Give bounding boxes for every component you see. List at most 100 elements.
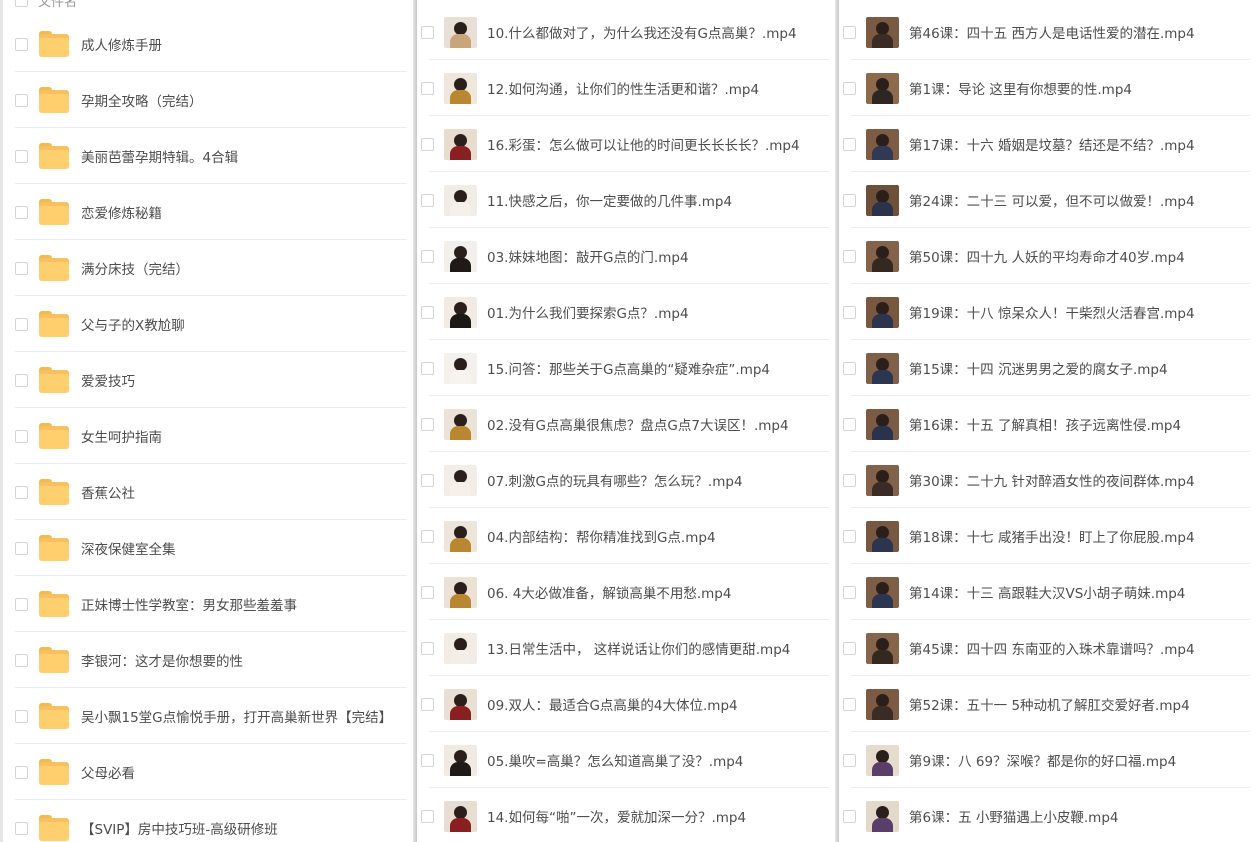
row-checkbox[interactable] <box>421 417 434 431</box>
folder-row[interactable]: 孕期全攻略（完结） <box>3 72 413 128</box>
row-checkbox[interactable] <box>421 305 434 319</box>
row-checkbox[interactable] <box>843 305 856 319</box>
row-checkbox[interactable] <box>15 541 28 555</box>
file-row[interactable]: 02.没有G点高巢很焦虑？盘点G点7大误区！.mp4 <box>417 396 835 452</box>
file-name[interactable]: 第24课：二十三 可以爱，但不可以做爱！.mp4 <box>909 190 1195 210</box>
folder-name[interactable]: 满分床技（完结） <box>81 258 189 278</box>
file-name[interactable]: 01.为什么我们要探索G点？.mp4 <box>487 302 689 322</box>
row-checkbox[interactable] <box>421 697 434 711</box>
file-row[interactable]: 第50课：四十九 人妖的平均寿命才40岁.mp4 <box>839 228 1256 284</box>
row-checkbox[interactable] <box>15 653 28 667</box>
file-name[interactable]: 03.妹妹地图：敲开G点的门.mp4 <box>487 246 689 266</box>
row-checkbox[interactable] <box>15 149 28 163</box>
file-row[interactable]: 11.快感之后，你一定要做的几件事.mp4 <box>417 172 835 228</box>
folder-row[interactable]: 深夜保健室全集 <box>3 520 413 576</box>
row-checkbox[interactable] <box>15 93 28 107</box>
row-checkbox[interactable] <box>15 37 28 51</box>
file-name[interactable]: 第19课：十八 惊呆众人！干柴烈火活春宫.mp4 <box>909 302 1195 322</box>
folder-row[interactable]: 正妹博士性学教室：男女那些羞羞事 <box>3 576 413 632</box>
folder-row[interactable]: 吴小飘15堂G点愉悦手册，打开高巢新世界【完结】 <box>3 688 413 744</box>
file-row[interactable]: 14.如何每“啪”一次，爱就加深一分？.mp4 <box>417 788 835 842</box>
file-row[interactable]: 第18课：十七 咸猪手出没！盯上了你屁股.mp4 <box>839 508 1256 564</box>
file-name[interactable]: 07.刺激G点的玩具有哪些？怎么玩？.mp4 <box>487 470 743 490</box>
file-row[interactable]: 第14课：十三 高跟鞋大汉VS小胡子萌妹.mp4 <box>839 564 1256 620</box>
row-checkbox[interactable] <box>843 25 856 39</box>
row-checkbox[interactable] <box>843 529 856 543</box>
folder-row[interactable]: 恋爱修炼秘籍 <box>3 184 413 240</box>
row-checkbox[interactable] <box>421 641 434 655</box>
file-name[interactable]: 第15课：十四 沉迷男男之爱的腐女子.mp4 <box>909 358 1168 378</box>
file-name[interactable]: 第17课：十六 婚姻是坟墓？结还是不结？.mp4 <box>909 134 1195 154</box>
file-row[interactable]: 第6课：五 小野猫遇上小皮鞭.mp4 <box>839 788 1256 842</box>
file-row[interactable]: 13.日常生活中， 这样说话让你们的感情更甜.mp4 <box>417 620 835 676</box>
file-name[interactable]: 02.没有G点高巢很焦虑？盘点G点7大误区！.mp4 <box>487 414 789 434</box>
row-checkbox[interactable] <box>15 205 28 219</box>
select-all-checkbox[interactable] <box>15 0 28 7</box>
file-row[interactable]: 10.什么都做对了，为什么我还没有G点高巢？.mp4 <box>417 4 835 60</box>
file-row[interactable]: 05.巢吹=高巢？怎么知道高巢了没？.mp4 <box>417 732 835 788</box>
file-row[interactable]: 03.妹妹地图：敲开G点的门.mp4 <box>417 228 835 284</box>
folder-row[interactable]: 香蕉公社 <box>3 464 413 520</box>
file-name[interactable]: 04.内部结构：帮你精准找到G点.mp4 <box>487 526 716 546</box>
row-checkbox[interactable] <box>843 249 856 263</box>
row-checkbox[interactable] <box>843 417 856 431</box>
folder-name[interactable]: 美丽芭蕾孕期特辑。4合辑 <box>81 146 238 166</box>
row-checkbox[interactable] <box>843 753 856 767</box>
folder-name[interactable]: 成人修炼手册 <box>81 34 162 54</box>
row-checkbox[interactable] <box>15 429 28 443</box>
folder-row[interactable]: 【SVIP】房中技巧班-高级研修班 <box>3 800 413 842</box>
folder-name[interactable]: 吴小飘15堂G点愉悦手册，打开高巢新世界【完结】 <box>81 706 392 726</box>
folder-row[interactable]: 女生呵护指南 <box>3 408 413 464</box>
file-name[interactable]: 第6课：五 小野猫遇上小皮鞭.mp4 <box>909 806 1118 826</box>
row-checkbox[interactable] <box>15 373 28 387</box>
row-checkbox[interactable] <box>843 361 856 375</box>
row-checkbox[interactable] <box>421 529 434 543</box>
file-name[interactable]: 16.彩蛋：怎么做可以让他的时间更长长长长？.mp4 <box>487 134 800 154</box>
file-name[interactable]: 15.问答：那些关于G点高巢的“疑难杂症”.mp4 <box>487 358 770 378</box>
folder-name[interactable]: 父母必看 <box>81 762 135 782</box>
file-name[interactable]: 第14课：十三 高跟鞋大汉VS小胡子萌妹.mp4 <box>909 582 1185 602</box>
file-name[interactable]: 06. 4大必做准备，解锁高巢不用愁.mp4 <box>487 582 731 602</box>
row-checkbox[interactable] <box>843 809 856 823</box>
file-row[interactable]: 09.双人：最适合G点高巢的4大体位.mp4 <box>417 676 835 732</box>
folder-name[interactable]: 恋爱修炼秘籍 <box>81 202 162 222</box>
row-checkbox[interactable] <box>843 137 856 151</box>
file-name[interactable]: 第30课：二十九 针对醉酒女性的夜间群体.mp4 <box>909 470 1195 490</box>
file-row[interactable]: 15.问答：那些关于G点高巢的“疑难杂症”.mp4 <box>417 340 835 396</box>
folder-name[interactable]: 正妹博士性学教室：男女那些羞羞事 <box>81 594 297 614</box>
file-name[interactable]: 第50课：四十九 人妖的平均寿命才40岁.mp4 <box>909 246 1185 266</box>
file-row[interactable]: 第52课：五十一 5种动机了解肛交爱好者.mp4 <box>839 676 1256 732</box>
file-row[interactable]: 第17课：十六 婚姻是坟墓？结还是不结？.mp4 <box>839 116 1256 172</box>
folder-name[interactable]: 父与子的X教尬聊 <box>81 314 185 334</box>
file-row[interactable]: 16.彩蛋：怎么做可以让他的时间更长长长长？.mp4 <box>417 116 835 172</box>
row-checkbox[interactable] <box>421 473 434 487</box>
folder-row[interactable]: 成人修炼手册 <box>3 16 413 72</box>
folder-name[interactable]: 【SVIP】房中技巧班-高级研修班 <box>81 818 278 838</box>
row-checkbox[interactable] <box>421 81 434 95</box>
file-row[interactable]: 第19课：十八 惊呆众人！干柴烈火活春宫.mp4 <box>839 284 1256 340</box>
file-row[interactable]: 第9课：八 69？深喉？都是你的好口福.mp4 <box>839 732 1256 788</box>
row-checkbox[interactable] <box>421 809 434 823</box>
file-row[interactable]: 12.如何沟通，让你们的性生活更和谐？.mp4 <box>417 60 835 116</box>
folder-row[interactable]: 美丽芭蕾孕期特辑。4合辑 <box>3 128 413 184</box>
row-checkbox[interactable] <box>421 361 434 375</box>
row-checkbox[interactable] <box>15 485 28 499</box>
file-row[interactable]: 第46课：四十五 西方人是电话性爱的潜在.mp4 <box>839 4 1256 60</box>
file-name[interactable]: 第46课：四十五 西方人是电话性爱的潜在.mp4 <box>909 22 1195 42</box>
row-checkbox[interactable] <box>843 585 856 599</box>
row-checkbox[interactable] <box>15 597 28 611</box>
file-name[interactable]: 第1课：导论 这里有你想要的性.mp4 <box>909 78 1132 98</box>
file-row[interactable]: 04.内部结构：帮你精准找到G点.mp4 <box>417 508 835 564</box>
row-checkbox[interactable] <box>843 81 856 95</box>
file-row[interactable]: 第45课：四十四 东南亚的入珠术靠谱吗？.mp4 <box>839 620 1256 676</box>
row-checkbox[interactable] <box>421 249 434 263</box>
file-name[interactable]: 09.双人：最适合G点高巢的4大体位.mp4 <box>487 694 738 714</box>
folder-name[interactable]: 李银河：这才是你想要的性 <box>81 650 243 670</box>
folder-name[interactable]: 深夜保健室全集 <box>81 538 176 558</box>
file-name[interactable]: 12.如何沟通，让你们的性生活更和谐？.mp4 <box>487 78 759 98</box>
file-name[interactable]: 14.如何每“啪”一次，爱就加深一分？.mp4 <box>487 806 746 826</box>
folder-row[interactable]: 满分床技（完结） <box>3 240 413 296</box>
folder-name[interactable]: 女生呵护指南 <box>81 426 162 446</box>
folder-name[interactable]: 爱爱技巧 <box>81 370 135 390</box>
row-checkbox[interactable] <box>15 709 28 723</box>
